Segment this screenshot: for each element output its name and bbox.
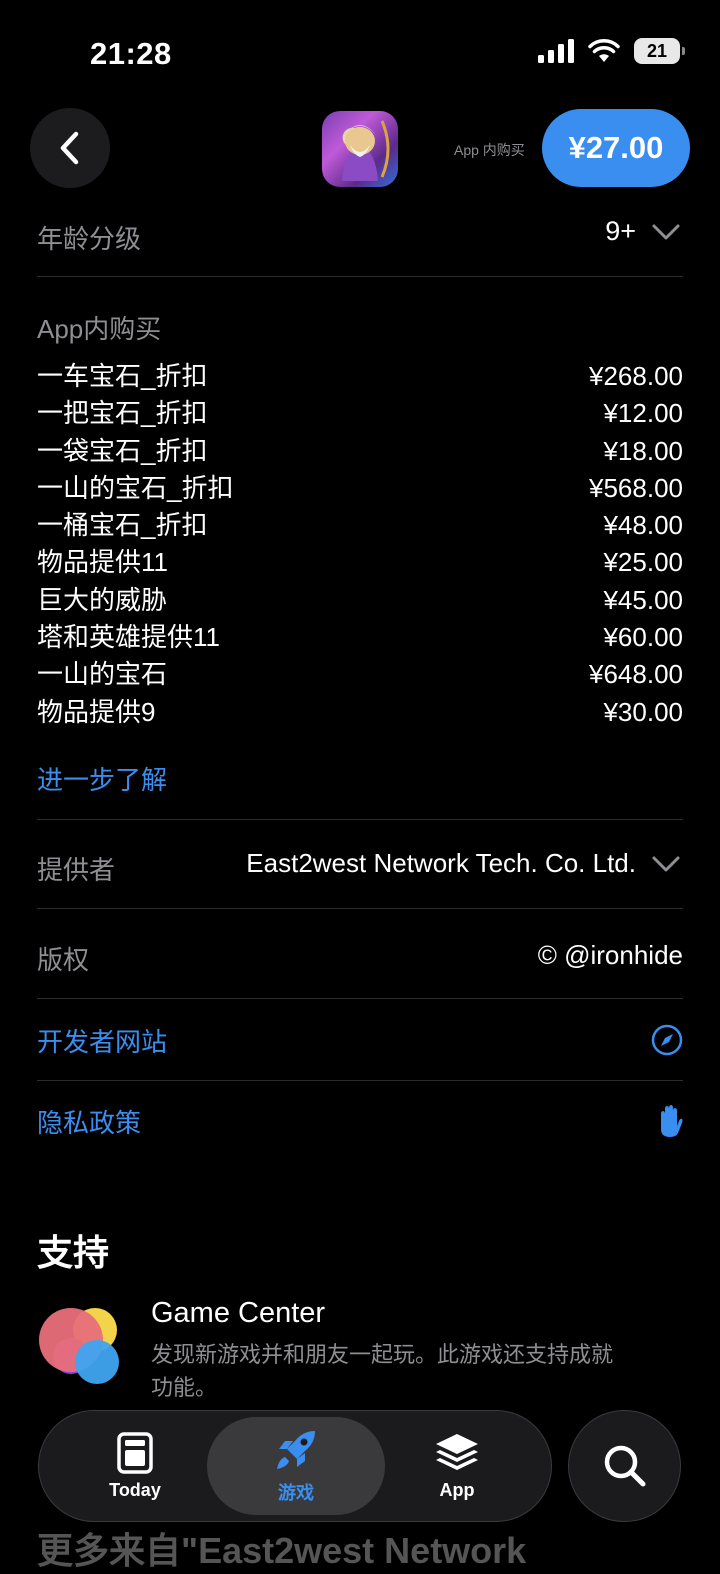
iap-item: 一桶宝石_折扣 ¥48.00 <box>37 507 683 544</box>
iap-item-price: ¥25.00 <box>603 547 683 578</box>
buy-price-button[interactable]: ¥27.00 <box>542 109 690 187</box>
iap-item-name: 一袋宝石_折扣 <box>37 435 208 466</box>
iap-item-price: ¥30.00 <box>603 696 683 727</box>
copyright-label: 版权 <box>37 945 90 975</box>
tab-games[interactable]: 游戏 <box>207 1411 385 1521</box>
divider <box>37 276 683 277</box>
chevron-down-icon <box>652 856 680 871</box>
privacy-policy-row[interactable]: 隐私政策 <box>37 1090 683 1152</box>
learn-more-link[interactable]: 进一步了解 <box>37 760 167 797</box>
game-center-title: Game Center <box>151 1297 326 1329</box>
iap-item-name: 一桶宝石_折扣 <box>37 510 208 541</box>
iap-item: 巨大的威胁 ¥45.00 <box>37 582 683 619</box>
iap-item-name: 一车宝石_折扣 <box>37 361 208 391</box>
tab-today[interactable]: Today <box>85 1411 185 1521</box>
provider-label: 提供者 <box>37 855 116 885</box>
iap-item: 物品提供11 ¥25.00 <box>37 544 683 581</box>
iap-item: 物品提供9 ¥30.00 <box>37 694 683 731</box>
iap-item-price: ¥48.00 <box>603 510 683 541</box>
copyright-value: © @ironhide <box>537 940 683 970</box>
iap-item: 一袋宝石_折扣 ¥18.00 <box>37 433 683 470</box>
status-indicators: 21 <box>538 38 685 64</box>
compass-icon <box>651 1024 683 1056</box>
iap-item-price: ¥12.00 <box>603 398 683 429</box>
divider <box>37 1080 683 1081</box>
iap-item-name: 一把宝石_折扣 <box>37 398 208 429</box>
chevron-down-icon <box>652 224 680 239</box>
iap-item-name: 巨大的威胁 <box>37 584 168 615</box>
iap-list: 一车宝石_折扣 ¥268.00 一把宝石_折扣 ¥12.00 一袋宝石_折扣 ¥18.… <box>37 358 683 731</box>
iap-item-price: ¥568.00 <box>589 472 683 503</box>
back-button[interactable] <box>30 108 110 188</box>
search-button[interactable] <box>568 1410 681 1522</box>
game-center-description: 发现新游戏并和朋友一起玩。此游戏还支持成就功能。 <box>151 1342 614 1400</box>
game-center-icon <box>39 1308 119 1384</box>
app-icon <box>322 111 398 187</box>
status-time: 21:28 <box>90 36 172 71</box>
tab-label: 游戏 <box>278 1483 314 1503</box>
battery-icon: 21 <box>634 38 685 64</box>
wifi-icon <box>588 39 620 62</box>
iap-section-label: App内购买 <box>37 314 162 344</box>
provider-value: East2west Network Tech. Co. Ltd. <box>246 848 636 878</box>
cellular-signal-icon <box>538 39 574 63</box>
iap-item-price: ¥45.00 <box>603 584 683 615</box>
iap-item-name: 塔和英雄提供11 <box>37 622 220 653</box>
hand-raised-icon <box>661 1105 683 1137</box>
iap-item-name: 一山的宝石 <box>37 659 168 690</box>
age-rating-value: 9+ <box>605 216 636 246</box>
provider-row[interactable]: East2west Network Tech. Co. Ltd. <box>246 848 680 879</box>
age-rating-row[interactable]: 9+ <box>605 216 680 247</box>
tab-label: Today <box>109 1479 161 1500</box>
developer-website-link[interactable]: 开发者网站 <box>37 1022 167 1059</box>
iap-item-name: 一山的宝石_折扣 <box>37 472 234 503</box>
support-heading: 支持 <box>37 1232 110 1273</box>
iap-item: 一把宝石_折扣 ¥12.00 <box>37 395 683 432</box>
iap-item-price: ¥648.00 <box>589 659 683 690</box>
iap-item-name: 物品提供11 <box>37 547 168 578</box>
divider <box>37 908 683 909</box>
iap-item-price: ¥268.00 <box>589 361 683 391</box>
stack-layers-icon <box>436 1433 478 1470</box>
tab-apps[interactable]: App <box>407 1411 507 1521</box>
tab-bar: Today 游戏 App <box>38 1410 552 1522</box>
divider <box>37 819 683 820</box>
tab-label: App <box>439 1479 475 1500</box>
iap-item: 一山的宝石 ¥648.00 <box>37 656 683 693</box>
developer-website-row[interactable]: 开发者网站 <box>37 1010 683 1070</box>
divider <box>37 998 683 999</box>
iap-item: 一车宝石_折扣 ¥268.00 <box>37 358 683 395</box>
privacy-policy-link[interactable]: 隐私政策 <box>37 1103 141 1140</box>
iap-item-name: 物品提供9 <box>37 696 156 727</box>
rocket-icon <box>277 1431 315 1469</box>
in-app-purchase-note: App 内购买 <box>454 142 525 158</box>
iap-item: 塔和英雄提供11 ¥60.00 <box>37 619 683 656</box>
today-icon <box>117 1431 153 1474</box>
more-from-developer-heading: 更多来自"East2west Network <box>37 1530 527 1571</box>
battery-level: 21 <box>646 40 668 61</box>
iap-item-price: ¥60.00 <box>603 622 683 653</box>
iap-item: 一山的宝石_折扣 ¥568.00 <box>37 470 683 507</box>
search-icon <box>604 1445 645 1487</box>
iap-item-price: ¥18.00 <box>603 435 683 466</box>
chevron-left-icon <box>60 131 79 165</box>
age-rating-label: 年龄分级 <box>37 224 142 254</box>
